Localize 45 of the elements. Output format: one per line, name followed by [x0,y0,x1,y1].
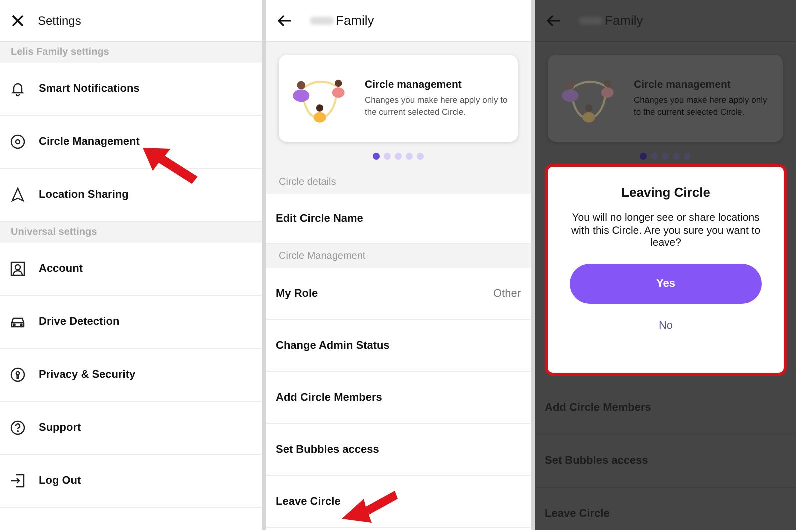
back-arrow-icon[interactable] [278,14,292,26]
cancel-button[interactable]: No [652,318,680,334]
bell-icon [10,81,26,97]
settings-item[interactable]: Privacy & Security [0,349,262,402]
section-header: Circle details [266,170,531,194]
carousel-dot[interactable] [373,152,380,160]
dialog-message: You will no longer see or share locations with this Circle. Are you sure you want to leave? [570,212,762,250]
carousel-dot[interactable] [406,152,413,160]
confirm-button[interactable]: Yes [570,264,762,304]
logout-icon [10,473,26,489]
arrow-drawing [143,145,199,185]
keyhole-icon [10,367,26,383]
menu-row[interactable]: Change Admin Status [266,320,531,372]
carousel-dot[interactable] [662,152,669,160]
section-header: Lelis Family settings [0,42,262,63]
card-description: Changes you make here apply only to the current selected Circle. [365,95,508,118]
section-header: Universal settings [0,222,262,243]
row-value: Other [493,288,521,300]
settings-item[interactable]: Account [0,243,262,296]
menu-row[interactable]: Set Bubbles access [266,424,531,476]
section-header: Circle Management [266,244,531,268]
carousel-dot[interactable] [640,152,647,160]
carousel-dot[interactable] [651,152,658,160]
screen-title: Family [336,13,374,28]
card-title: Circle management [365,79,463,92]
menu-row[interactable]: My Role Other [266,268,531,320]
card-description: Changes you make here apply only to the current selected Circle. [634,95,768,118]
navigation-icon [10,187,26,203]
settings-item[interactable]: Smart Notifications [0,63,262,116]
carousel-dot[interactable] [395,152,402,160]
settings-item[interactable]: Support [0,402,262,455]
close-icon[interactable] [12,14,24,26]
help-icon [10,420,26,436]
dialog-title: Leaving Circle [622,185,710,200]
blurred-text [310,16,334,24]
account-icon [10,261,26,277]
settings-item[interactable]: Drive Detection [0,296,262,349]
settings-item[interactable]: Log Out [0,455,262,508]
screen-title: Settings [38,14,82,28]
carousel-dot[interactable] [417,152,424,160]
target-icon [10,134,26,150]
menu-row[interactable]: Add Circle Members [266,372,531,424]
carousel-dot[interactable] [384,152,391,160]
carousel-dot[interactable] [684,152,691,160]
carousel-dot[interactable] [673,152,680,160]
